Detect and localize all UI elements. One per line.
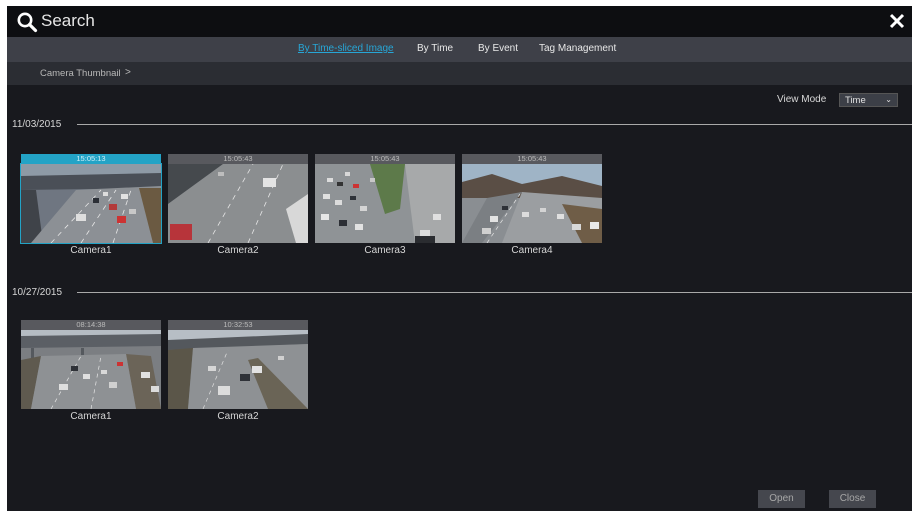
- title-bar: Search: [7, 6, 912, 37]
- thumbnail-camera-label: Camera4: [511, 245, 553, 256]
- thumbnail-timestamp: 15:05:43: [462, 154, 602, 164]
- date-divider: [77, 292, 912, 293]
- tab-tag-management[interactable]: Tag Management: [539, 43, 616, 54]
- chevron-down-icon: ⌄: [885, 95, 892, 104]
- camera-snapshot: [315, 164, 455, 243]
- breadcrumb-separator: >: [125, 67, 131, 78]
- date-divider: [77, 124, 912, 125]
- view-mode-value: Time: [845, 95, 866, 106]
- window-title: Search: [41, 11, 95, 30]
- search-icon: [17, 12, 38, 33]
- tab-time-sliced-image[interactable]: By Time-sliced Image: [298, 43, 394, 54]
- thumbnail-timestamp: 15:05:43: [315, 154, 455, 164]
- camera-snapshot: [168, 164, 308, 243]
- thumbnail-card[interactable]: 15:05:43 Camera2: [168, 154, 308, 258]
- thumbnail-card[interactable]: 15:05:43 Camera4: [462, 154, 602, 258]
- thumbnail-timestamp: 15:05:13: [21, 154, 161, 164]
- tab-by-time[interactable]: By Time: [417, 43, 453, 54]
- date-group-label: 10/27/2015: [12, 287, 63, 298]
- camera-snapshot: [168, 330, 308, 409]
- breadcrumb-camera-thumbnail[interactable]: Camera Thumbnail: [40, 68, 121, 79]
- date-group-label: 11/03/2015: [12, 119, 62, 130]
- camera-snapshot: [462, 164, 602, 243]
- thumbnail-camera-label: Camera3: [364, 245, 406, 256]
- thumbnail-card[interactable]: 10:32:53 Camera2: [168, 320, 308, 424]
- tab-bar: By Time-sliced Image By Time By Event Ta…: [7, 37, 912, 62]
- close-button[interactable]: Close: [829, 490, 876, 508]
- view-mode-select[interactable]: Time ⌄: [839, 93, 898, 107]
- camera-snapshot: [20, 163, 162, 244]
- view-mode-label: View Mode: [777, 94, 827, 105]
- tab-by-event[interactable]: By Event: [478, 43, 518, 54]
- breadcrumb: Camera Thumbnail >: [7, 62, 912, 85]
- thumbnail-card[interactable]: 08:14:38 Camera1: [21, 320, 161, 424]
- thumbnail-camera-label: Camera1: [70, 411, 112, 422]
- thumbnail-timestamp: 10:32:53: [168, 320, 308, 330]
- open-button[interactable]: Open: [758, 490, 805, 508]
- thumbnail-timestamp: 08:14:38: [21, 320, 161, 330]
- thumbnail-camera-label: Camera1: [70, 245, 112, 256]
- thumbnail-card[interactable]: 15:05:43 Camera3: [315, 154, 455, 258]
- camera-snapshot: [21, 330, 161, 409]
- thumbnail-camera-label: Camera2: [217, 411, 259, 422]
- thumbnail-card[interactable]: 15:05:13 Camera1: [20, 154, 162, 258]
- thumbnail-camera-label: Camera2: [217, 245, 259, 256]
- search-window: Search By Time-sliced Image By Time By E…: [7, 6, 912, 511]
- thumbnail-timestamp: 15:05:43: [168, 154, 308, 164]
- close-icon[interactable]: [888, 12, 906, 30]
